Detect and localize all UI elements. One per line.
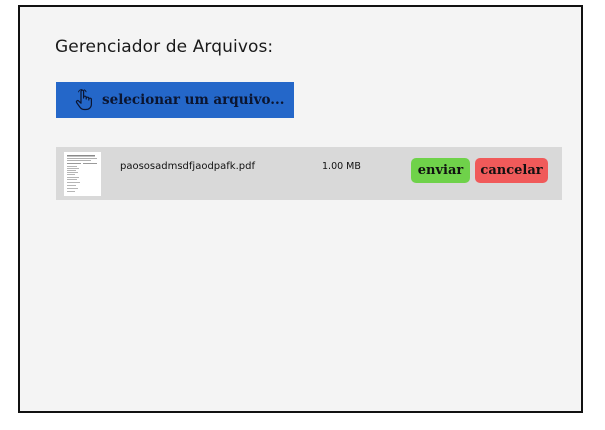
file-name: paososadmsdfjaodpafk.pdf	[120, 161, 255, 172]
send-button[interactable]: enviar	[411, 158, 470, 183]
file-manager-panel: Gerenciador de Arquivos: selecionar um a…	[18, 5, 583, 413]
file-list-item: paososadmsdfjaodpafk.pdf 1.00 MB enviar …	[56, 147, 562, 200]
select-file-button[interactable]: selecionar um arquivo...	[56, 82, 294, 118]
page-title: Gerenciador de Arquivos:	[55, 37, 274, 57]
hand-pointer-icon	[74, 89, 94, 111]
cancel-button[interactable]: cancelar	[475, 158, 548, 183]
select-file-label: selecionar um arquivo...	[102, 92, 285, 108]
file-size: 1.00 MB	[322, 161, 361, 172]
pdf-thumbnail	[64, 152, 101, 196]
